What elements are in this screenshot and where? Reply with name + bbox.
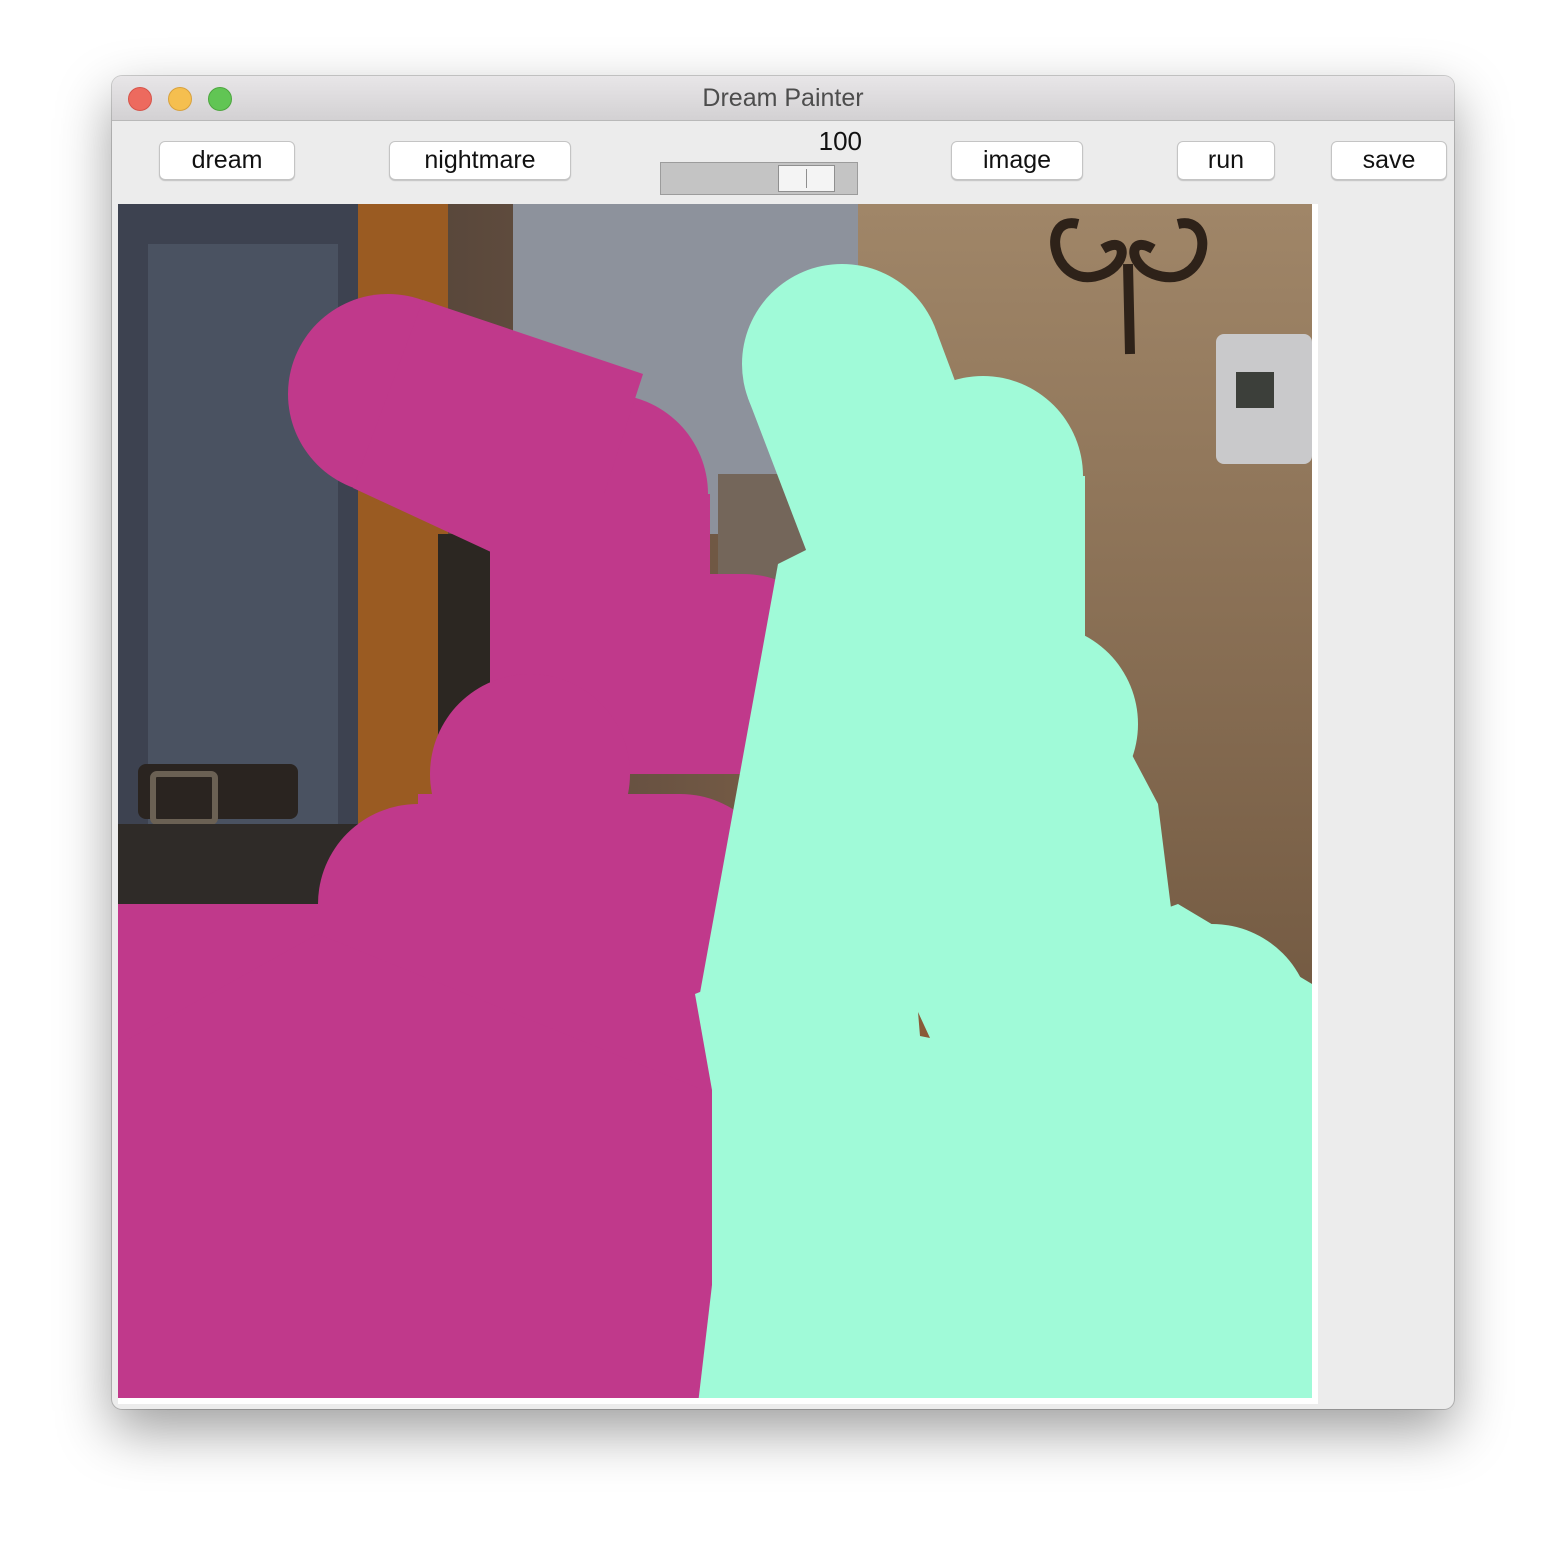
image-button[interactable]: image [951, 141, 1083, 180]
canvas-drawing [118, 204, 1318, 1404]
canvas-bottom-edge [118, 1398, 1318, 1404]
nightmare-button[interactable]: nightmare [389, 141, 571, 180]
painting-canvas[interactable] [118, 204, 1318, 1404]
title-bar[interactable]: Dream Painter [112, 76, 1454, 121]
dream-button[interactable]: dream [159, 141, 295, 180]
save-button[interactable]: save [1331, 141, 1447, 180]
canvas-edge [1312, 204, 1318, 1404]
slider-thumb[interactable] [778, 165, 835, 192]
window-title: Dream Painter [702, 84, 864, 112]
run-button[interactable]: run [1177, 141, 1275, 180]
brush-size-slider[interactable] [660, 162, 858, 195]
app-window: Dream Painter dream nightmare 100 image … [112, 76, 1454, 1409]
slider-value: 100 [818, 126, 862, 156]
